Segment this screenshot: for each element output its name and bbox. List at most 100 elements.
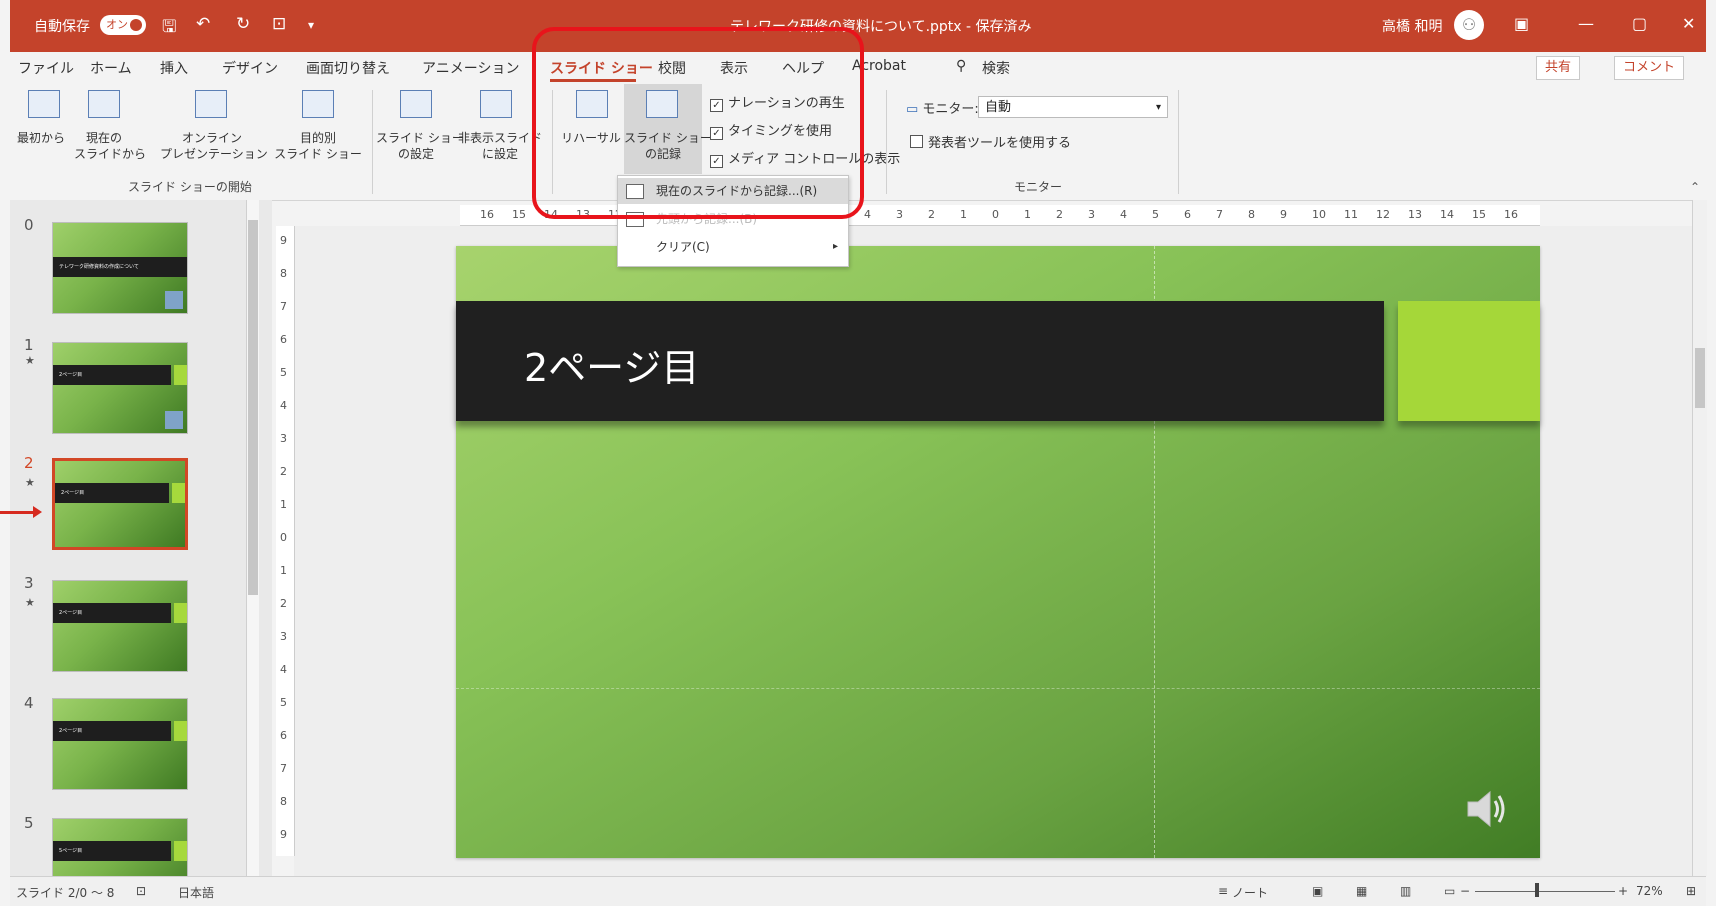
- ribbon-display-icon[interactable]: ▣: [1514, 14, 1529, 33]
- reading-view-icon[interactable]: ▥: [1400, 884, 1411, 898]
- collapse-ribbon-icon[interactable]: ⌃: [1690, 180, 1700, 194]
- maximize-icon[interactable]: ▢: [1632, 14, 1647, 33]
- user-name: 高橋 和明: [1382, 19, 1443, 35]
- highlight-annotation: [532, 27, 864, 219]
- undo-icon[interactable]: ↶: [196, 14, 210, 34]
- thumbnail-scrollbar[interactable]: [246, 200, 259, 880]
- fit-slide-icon[interactable]: ⊞: [1686, 884, 1696, 898]
- ruler-tick: 1: [1024, 208, 1031, 221]
- hide-slide-icon[interactable]: [480, 90, 512, 118]
- editor-scrollbar[interactable]: [1692, 200, 1707, 876]
- ruler-tick: 9: [280, 234, 287, 247]
- custom-show-icon[interactable]: [302, 90, 334, 118]
- thumb-image: [165, 291, 183, 309]
- custom-show-line1[interactable]: 目的別: [272, 130, 364, 146]
- ruler-tick: 6: [1184, 208, 1191, 221]
- ruler-tick: 7: [1216, 208, 1223, 221]
- start-group-label: スライド ショーの開始: [128, 180, 252, 194]
- normal-view-icon[interactable]: ▣: [1312, 884, 1323, 898]
- slide-number: 5: [24, 814, 34, 832]
- slide-thumbnail[interactable]: 2ページ目: [52, 342, 188, 434]
- setup-show-icon[interactable]: [400, 90, 432, 118]
- ruler-tick: 1: [280, 564, 287, 577]
- scrollbar-thumb[interactable]: [248, 220, 258, 595]
- thumb-accent: [173, 721, 187, 741]
- slide-canvas[interactable]: 2ページ目: [456, 246, 1540, 858]
- tab-file[interactable]: ファイル: [18, 58, 74, 78]
- comment-button[interactable]: コメント: [1614, 56, 1685, 80]
- present-icon[interactable]: ⊡: [272, 14, 286, 34]
- accent-rectangle[interactable]: [1398, 301, 1540, 421]
- setup-show-line1[interactable]: スライド ショー: [376, 130, 464, 146]
- slide-thumbnail[interactable]: 5ページ目: [52, 818, 188, 880]
- ruler-tick: 6: [280, 729, 287, 742]
- from-start-button[interactable]: 最初から: [16, 130, 66, 146]
- ruler-tick: 4: [280, 399, 287, 412]
- zoom-slider[interactable]: [1475, 891, 1615, 892]
- customize-icon[interactable]: ▾: [308, 18, 314, 32]
- presenter-view-checkbox[interactable]: 発表者ツールを使用する: [910, 132, 1071, 151]
- avatar-icon[interactable]: ⚇: [1454, 10, 1484, 40]
- ruler-tick: 7: [280, 300, 287, 313]
- online-present-icon[interactable]: [195, 90, 227, 118]
- close-icon[interactable]: ✕: [1682, 14, 1695, 33]
- title-placeholder[interactable]: 2ページ目: [456, 301, 1384, 421]
- slide-thumbnail[interactable]: 2ページ目: [52, 580, 188, 672]
- online-present-line2[interactable]: プレゼンテーション: [160, 146, 268, 162]
- minimize-icon[interactable]: —: [1578, 14, 1594, 33]
- search-icon[interactable]: ⚲: [956, 58, 966, 74]
- from-current-line1[interactable]: 現在の: [74, 130, 134, 146]
- spellcheck-icon[interactable]: ⊡: [136, 884, 146, 898]
- language-indicator[interactable]: 日本語: [178, 884, 214, 901]
- tab-transitions[interactable]: 画面切り替え: [306, 58, 390, 78]
- ruler-tick: 0: [280, 531, 287, 544]
- slide-number: 2: [24, 454, 34, 472]
- group-divider: [886, 90, 887, 194]
- tab-animations[interactable]: アニメーション: [422, 58, 519, 78]
- notes-button[interactable]: ノート: [1232, 884, 1268, 901]
- slide-thumbnail-active[interactable]: 2ページ目: [52, 458, 188, 550]
- notes-icon[interactable]: ≡: [1218, 884, 1228, 898]
- sorter-view-icon[interactable]: ▦: [1356, 884, 1367, 898]
- ruler-tick: 2: [280, 465, 287, 478]
- thumb-accent: [173, 603, 187, 623]
- group-divider: [372, 90, 373, 194]
- audio-speaker-icon[interactable]: [1464, 784, 1514, 834]
- tab-design[interactable]: デザイン: [222, 58, 278, 78]
- ruler-tick: 3: [896, 208, 903, 221]
- slideshow-view-icon[interactable]: ▭: [1444, 884, 1455, 898]
- custom-show-line2[interactable]: スライド ショー: [272, 146, 364, 162]
- ruler-tick: 10: [1312, 208, 1326, 221]
- from-current-icon[interactable]: [88, 90, 120, 118]
- thumb-accent: [173, 841, 187, 861]
- setup-show-line2[interactable]: の設定: [376, 146, 456, 162]
- tab-insert[interactable]: 挿入: [160, 58, 188, 78]
- scrollbar-thumb[interactable]: [1695, 348, 1705, 408]
- search-box[interactable]: 検索: [982, 58, 1010, 78]
- autosave-toggle[interactable]: オン: [100, 15, 146, 35]
- slide-thumbnail[interactable]: テレワーク研修資料の作成について: [52, 222, 188, 314]
- monitor-select-value: 自動: [985, 100, 1012, 115]
- slide-thumbnail[interactable]: 2ページ目: [52, 698, 188, 790]
- monitor-select[interactable]: 自動 ▾: [978, 96, 1168, 118]
- redo-icon[interactable]: ↻: [236, 14, 250, 34]
- ruler-tick: 1: [280, 498, 287, 511]
- ruler-tick: 0: [992, 208, 999, 221]
- zoom-level[interactable]: 72%: [1636, 884, 1663, 898]
- from-current-line2[interactable]: スライドから: [74, 146, 146, 162]
- hide-slide-line2[interactable]: に設定: [458, 146, 542, 162]
- ruler-tick: 5: [280, 696, 287, 709]
- zoom-slider-handle[interactable]: [1535, 883, 1539, 897]
- hide-slide-line1[interactable]: 非表示スライド: [458, 130, 542, 146]
- zoom-out-icon[interactable]: −: [1460, 884, 1470, 898]
- clear-item[interactable]: クリア(C) ▸: [618, 234, 848, 260]
- slide-title[interactable]: 2ページ目: [524, 337, 699, 392]
- tab-home[interactable]: ホーム: [90, 58, 132, 78]
- save-icon[interactable]: 🖫: [162, 14, 176, 43]
- share-button[interactable]: 共有: [1536, 56, 1581, 80]
- thumb-title: テレワーク研修資料の作成について: [53, 257, 187, 277]
- online-present-line1[interactable]: オンライン: [160, 130, 264, 146]
- zoom-in-icon[interactable]: +: [1618, 884, 1628, 898]
- from-start-icon[interactable]: [28, 90, 60, 118]
- ruler-tick: 2: [1056, 208, 1063, 221]
